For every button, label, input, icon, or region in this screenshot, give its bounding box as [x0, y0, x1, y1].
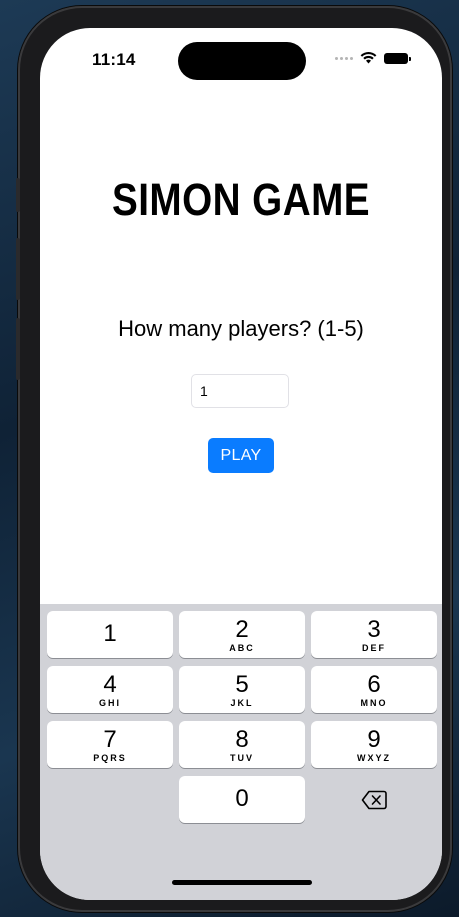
- numeric-keyboard: 1 2 ABC 3 DEF 4 GHI 5 JKL 6 MNO 7 PQRS 8…: [40, 604, 442, 900]
- key-digit: 9: [367, 726, 381, 753]
- wifi-icon: [360, 52, 377, 64]
- key-8[interactable]: 8 TUV: [179, 721, 305, 768]
- key-digit: 7: [103, 726, 117, 753]
- key-digit: 8: [235, 726, 249, 753]
- key-letters: TUV: [230, 753, 254, 763]
- battery-icon: [384, 52, 411, 64]
- key-digit: 5: [235, 671, 249, 698]
- key-6[interactable]: 6 MNO: [311, 666, 437, 713]
- status-time: 11:14: [92, 50, 136, 69]
- home-indicator[interactable]: [172, 880, 312, 885]
- key-digit: 3: [367, 616, 381, 643]
- key-7[interactable]: 7 PQRS: [47, 721, 173, 768]
- key-letters: ABC: [229, 643, 255, 653]
- cellular-dots-icon: [335, 56, 353, 60]
- key-digit: 1: [103, 620, 117, 647]
- volume-down-button: [16, 318, 20, 380]
- key-9[interactable]: 9 WXYZ: [311, 721, 437, 768]
- key-4[interactable]: 4 GHI: [47, 666, 173, 713]
- key-letters: JKL: [230, 698, 254, 708]
- key-1[interactable]: 1: [47, 611, 173, 658]
- players-count-input[interactable]: [191, 374, 289, 408]
- key-3[interactable]: 3 DEF: [311, 611, 437, 658]
- action-button: [16, 178, 20, 212]
- key-letters: GHI: [98, 698, 121, 708]
- page-title: SIMON GAME: [111, 174, 370, 225]
- phone-screen: 11:14 SIMON GAME How many players? (1-5)…: [40, 28, 442, 900]
- key-2[interactable]: 2 ABC: [179, 611, 305, 658]
- volume-up-button: [16, 238, 20, 300]
- key-letters: WXYZ: [357, 753, 391, 763]
- key-0[interactable]: 0: [179, 776, 305, 823]
- delete-key[interactable]: [311, 776, 437, 823]
- key-digit: 4: [103, 671, 117, 698]
- dynamic-island: [178, 42, 306, 80]
- play-button[interactable]: PLAY: [208, 438, 274, 473]
- key-5[interactable]: 5 JKL: [179, 666, 305, 713]
- status-bar: 11:14: [40, 28, 442, 88]
- key-digit: 2: [235, 616, 249, 643]
- key-letters: PQRS: [93, 753, 127, 763]
- players-question-label: How many players? (1-5): [118, 316, 364, 341]
- key-letters: DEF: [362, 643, 386, 653]
- status-icons: [335, 52, 411, 64]
- key-digit: 6: [367, 671, 381, 698]
- key-digit: 0: [235, 785, 249, 812]
- delete-backspace-icon: [361, 790, 387, 809]
- key-letters: MNO: [360, 698, 388, 708]
